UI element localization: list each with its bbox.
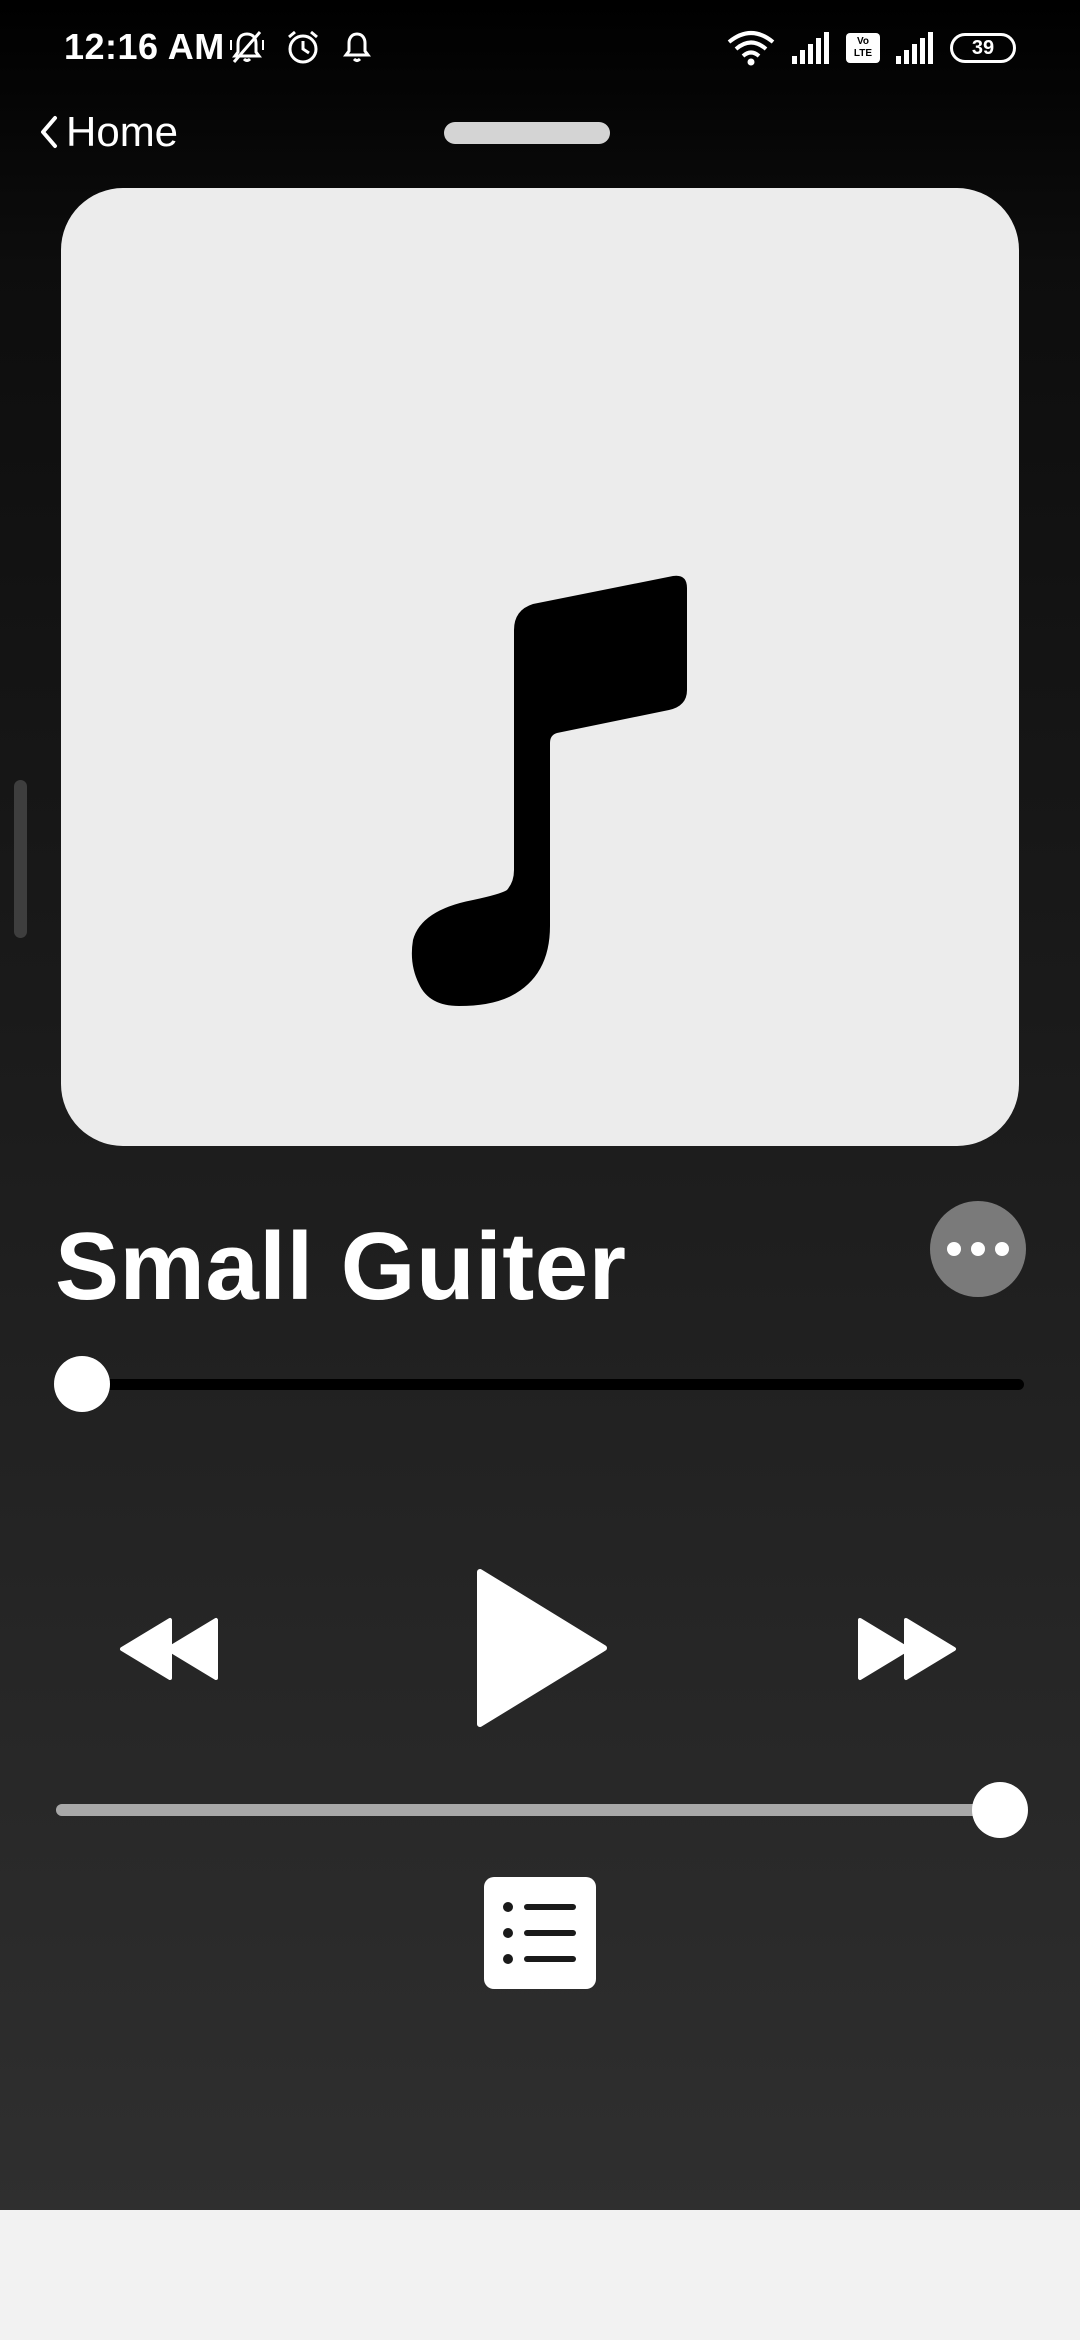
chevron-left-icon: [41, 116, 57, 148]
volume-fill: [56, 1804, 1000, 1816]
play-icon: [477, 1569, 607, 1727]
signal-bars-icon: [896, 32, 933, 64]
back-label: Home: [66, 108, 179, 155]
side-scroll-indicator: [14, 780, 27, 938]
queue-button[interactable]: [484, 1877, 596, 1989]
music-note-icon: [411, 575, 687, 1006]
vibrate-off-bell-icon: [230, 31, 264, 63]
status-time: 12:16 AM: [64, 26, 225, 67]
volte-icon: Vo LTE: [846, 33, 880, 63]
fast-forward-icon: [858, 1618, 956, 1680]
battery-icon: 39: [950, 33, 1016, 63]
volte-bottom-label: LTE: [853, 48, 873, 59]
wifi-icon: [727, 31, 775, 66]
rewind-button[interactable]: [118, 1614, 228, 1684]
volume-thumb[interactable]: [972, 1782, 1028, 1838]
status-icons-left: [228, 28, 374, 66]
battery-level: 39: [971, 36, 995, 59]
status-bar: 12:16 AM Vo LTE 39: [0, 0, 1080, 100]
playback-progress-slider[interactable]: [56, 1379, 1024, 1390]
volume-slider[interactable]: [56, 1804, 1000, 1816]
progress-thumb[interactable]: [54, 1356, 110, 1412]
now-playing-screen: 12:16 AM Vo LTE 39 Home Small Guiter: [0, 0, 1080, 2210]
rewind-icon: [120, 1618, 218, 1680]
back-button[interactable]: Home: [38, 108, 178, 156]
play-button[interactable]: [470, 1566, 612, 1730]
signal-bars-icon: [792, 32, 829, 64]
bottom-system-area: [0, 2210, 1080, 2340]
volte-top-label: Vo: [856, 36, 870, 47]
list-icon: [503, 1902, 576, 1964]
fast-forward-button[interactable]: [854, 1614, 964, 1684]
status-icons-right: Vo LTE 39: [726, 30, 1016, 66]
track-title: Small Guiter: [55, 1213, 627, 1320]
sheet-grabber[interactable]: [444, 122, 610, 144]
notification-bell-icon: [343, 32, 371, 62]
album-artwork: [61, 188, 1019, 1146]
ellipsis-icon: [947, 1242, 961, 1256]
alarm-clock-icon: [288, 30, 318, 64]
more-options-button[interactable]: [930, 1201, 1026, 1297]
